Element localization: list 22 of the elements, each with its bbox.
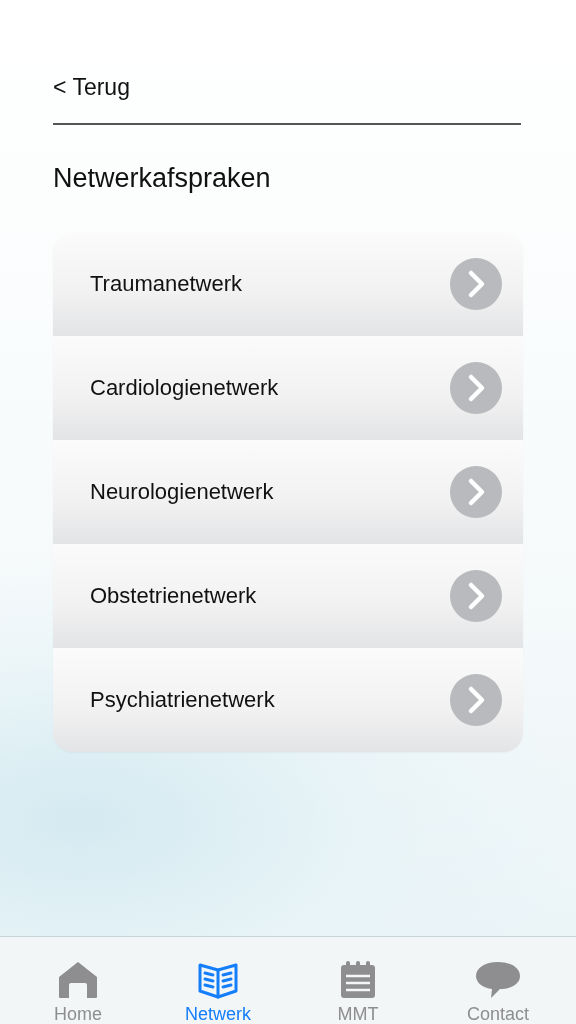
item-label: Obstetrienetwerk: [90, 583, 257, 609]
chevron-icon: [450, 466, 502, 518]
chevron-icon: [450, 362, 502, 414]
tab[interactable]: Netwerk: [148, 937, 288, 1024]
item-label: Neurologienetwerk: [90, 479, 274, 505]
item-label: Traumanetwerk: [90, 271, 242, 297]
item-label: Psychiatrienetwerk: [90, 687, 275, 713]
notepad-icon: [338, 961, 378, 999]
chevron-icon: [450, 674, 502, 726]
book-icon: [198, 961, 238, 999]
list-item[interactable]: Cardiologienetwerk: [53, 336, 523, 440]
page-title: Netwerkafspraken: [53, 163, 272, 194]
house-icon: [58, 961, 98, 999]
item-label: Cardiologienetwerk: [90, 375, 279, 401]
speech-bubble-icon: [475, 961, 521, 999]
chevron-icon: [450, 570, 502, 622]
back-link[interactable]: < Terug: [53, 74, 130, 101]
chevron-icon: [450, 258, 502, 310]
list-item[interactable]: Traumanetwerk: [53, 232, 523, 336]
list-item[interactable]: Neurologienetwerk: [53, 440, 523, 544]
list-item[interactable]: Obstetrienetwerk: [53, 544, 523, 648]
list-item[interactable]: Psychiatrienetwerk: [53, 648, 523, 752]
